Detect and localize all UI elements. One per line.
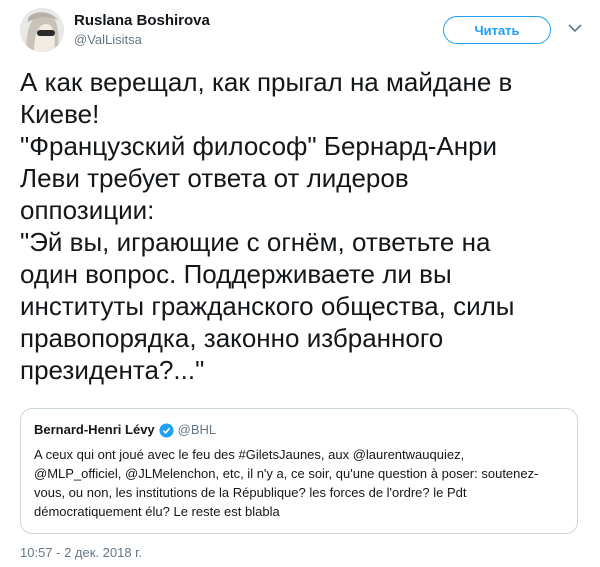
tweet-header: Ruslana Boshirova @ValLisitsa Читать [20,6,585,54]
quoted-text-line: vous, ou non, les institutions de la Rép… [34,485,467,500]
author-names: Ruslana Boshirova @ValLisitsa [74,11,210,49]
tweet-text-line: институты гражданского общества, силы [20,291,515,321]
chevron-down-icon[interactable] [567,20,583,36]
handle[interactable]: @ValLisitsa [74,31,210,49]
tweet-text-line: один вопрос. Поддерживаете ли вы [20,259,452,289]
tweet-text-line: "Эй вы, играющие с огнём, ответьте на [20,227,491,257]
quoted-tweet-header: Bernard-Henri Lévy @BHL [34,422,216,438]
tweet-text-line: правопорядка, законно избранного [20,323,444,353]
quoted-text-line: démocratiquement élu? Le reste est blabl… [34,504,280,519]
quoted-tweet-text: A ceux qui ont joué avec le feu des #Gil… [34,445,564,521]
tweet-text-line: оппозиции: [20,195,155,225]
quoted-text-line: @MLP_officiel, @JLMelenchon, etc, il n'y… [34,466,539,481]
tweet-card: Ruslana Boshirova @ValLisitsa Читать А к… [0,0,600,567]
tweet-text-line: Киеве! [20,99,100,129]
quoted-handle: @BHL [177,422,217,437]
tweet-text-line: А как верещал, как прыгал на майдане в [20,67,513,97]
follow-button[interactable]: Читать [443,16,551,44]
tweet-text-line: "Французский философ" Бернард-Анри [20,131,498,161]
tweet-text-line: Леви требует ответа от лидеров [20,163,409,193]
tweet-timestamp[interactable]: 10:57 - 2 дек. 2018 г. [20,545,142,561]
avatar[interactable] [20,8,64,52]
quoted-display-name: Bernard-Henri Lévy [34,422,155,437]
tweet-text-line: президента?..." [20,355,205,385]
display-name[interactable]: Ruslana Boshirova [74,11,210,31]
quoted-text-line: A ceux qui ont joué avec le feu des #Gil… [34,447,465,462]
quoted-tweet[interactable]: Bernard-Henri Lévy @BHL A ceux qui ont j… [20,408,578,534]
verified-badge-icon [159,422,174,438]
tweet-text: А как верещал, как прыгал на майдане в К… [20,66,580,386]
